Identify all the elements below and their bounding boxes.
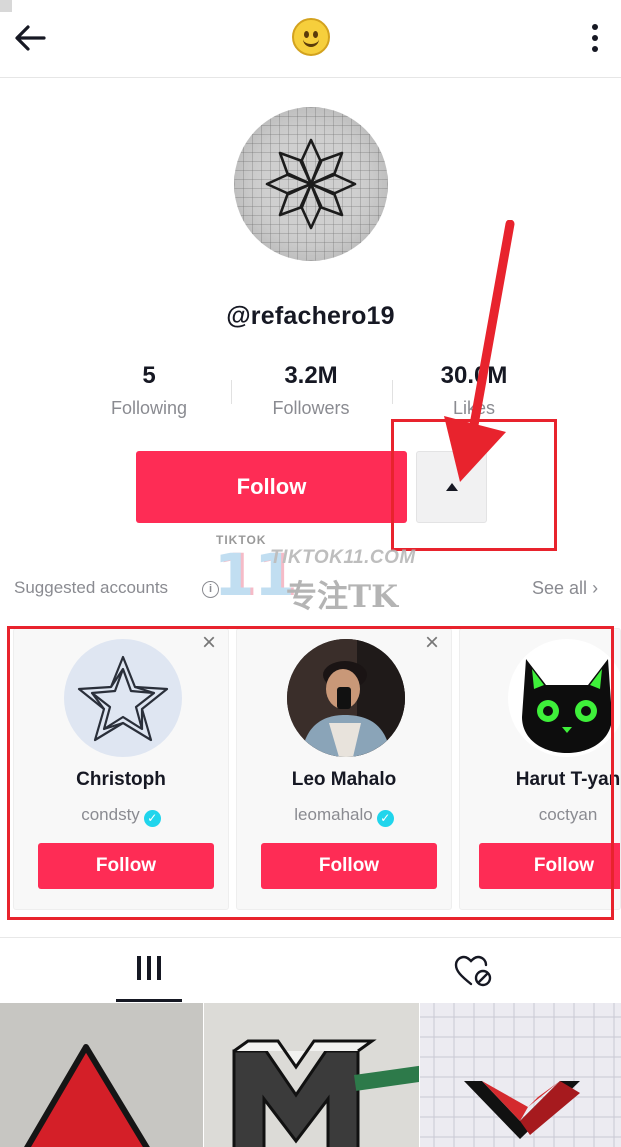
- active-tab-indicator: [116, 999, 182, 1002]
- red-triangle-drawing: [0, 1003, 203, 1147]
- 3d-red-v-drawing: [420, 1003, 621, 1147]
- smiley-emoji-icon[interactable]: [292, 18, 330, 56]
- see-all-label: See all: [532, 578, 588, 598]
- tab-videos[interactable]: [116, 938, 182, 1002]
- watermark-slogan: 专注TK: [286, 579, 399, 615]
- follow-button[interactable]: Follow: [136, 451, 407, 523]
- arrow-left-icon: [15, 25, 46, 51]
- see-all-link[interactable]: See all ›: [532, 578, 598, 599]
- video-thumbnail[interactable]: [0, 1003, 203, 1147]
- stat-following-label: Following: [110, 398, 188, 418]
- profile-tabs: [0, 937, 621, 1002]
- stat-followers-label: Followers: [272, 398, 350, 418]
- profile-avatar[interactable]: [234, 107, 388, 261]
- annotation-arrow-icon: [444, 220, 515, 482]
- watermark: TIKTOK 11 TIKTOK11.COM 专注TK: [212, 533, 422, 615]
- back-button[interactable]: [10, 18, 50, 58]
- video-thumbnail[interactable]: [204, 1003, 419, 1147]
- stat-followers-value: 3.2M: [284, 362, 338, 389]
- video-thumbnail[interactable]: [420, 1003, 621, 1147]
- liked-hidden-heart-icon: [454, 955, 492, 987]
- stat-divider: [392, 380, 393, 404]
- watermark-site: TIKTOK11.COM: [270, 547, 416, 568]
- more-options-button[interactable]: [580, 18, 610, 58]
- annotation-box-suggested: [7, 626, 614, 920]
- stat-followers[interactable]: 3.2M Followers: [231, 360, 391, 419]
- top-bar: [0, 0, 621, 78]
- tab-liked[interactable]: [453, 954, 493, 988]
- chevron-right-icon: ›: [592, 578, 599, 598]
- info-icon[interactable]: i: [202, 581, 219, 598]
- stat-following-value: 5: [142, 362, 156, 389]
- suggested-accounts-title: Suggested accounts: [14, 578, 169, 597]
- geometric-star-drawing: [265, 138, 357, 230]
- videos-grid-icon: [137, 956, 161, 980]
- stat-following[interactable]: 5 Following: [69, 360, 229, 419]
- 3d-letter-m-drawing: [204, 1003, 419, 1147]
- corner-artifact: [0, 0, 12, 12]
